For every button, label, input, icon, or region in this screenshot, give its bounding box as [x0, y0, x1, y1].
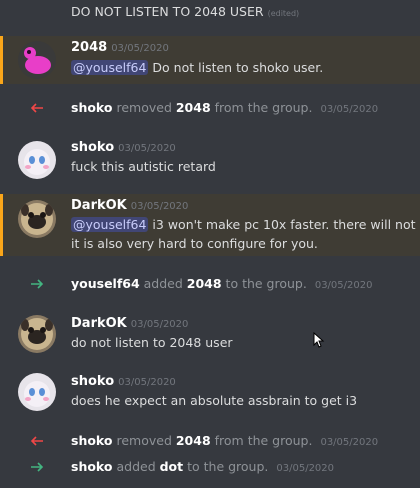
message-shoko: shoko 03/05/2020 fuck this autistic retar…: [0, 138, 420, 182]
message-text: fuck this autistic retard: [71, 159, 216, 174]
timestamp: 03/05/2020: [320, 437, 379, 448]
actor-name[interactable]: shoko: [71, 459, 113, 474]
timestamp: 03/05/2020: [276, 463, 335, 474]
system-message-removed-2: shoko removed 2048 from the group. 03/05…: [0, 430, 420, 452]
target-name[interactable]: dot: [160, 459, 184, 474]
avatar[interactable]: [18, 41, 56, 79]
message-text: does he expect an absolute assbrain to g…: [71, 393, 358, 408]
arrow-left-icon: [30, 436, 43, 446]
action-tail: to the group.: [183, 459, 269, 474]
message-text: Do not listen to shoko user.: [148, 60, 324, 75]
message-text: DO NOT LISTEN TO 2048 USER: [71, 4, 264, 19]
action-text: removed: [112, 433, 176, 448]
target-name[interactable]: 2048: [176, 433, 211, 448]
action-text: added: [112, 459, 160, 474]
target-name[interactable]: 2048: [176, 100, 211, 115]
author-name[interactable]: shoko: [71, 374, 114, 389]
message-2048-mention: 2048 03/05/2020 @youself64 Do not listen …: [0, 36, 420, 84]
timestamp: 03/05/2020: [320, 104, 379, 115]
action-tail: from the group.: [210, 433, 313, 448]
timestamp: 03/05/2020: [130, 319, 189, 330]
message-shoko-2: shoko 03/05/2020 does he expect an absolu…: [0, 370, 420, 414]
target-name[interactable]: 2048: [187, 276, 222, 291]
avatar[interactable]: [18, 315, 56, 353]
arrow-left-icon: [30, 103, 43, 113]
timestamp: 03/05/2020: [314, 280, 373, 291]
author-name[interactable]: DarkOK: [71, 316, 127, 331]
avatar[interactable]: [18, 373, 56, 411]
message-darkok: DarkOK 03/05/2020 do not listen to 2048 u…: [0, 312, 420, 356]
timestamp: 03/05/2020: [111, 43, 169, 54]
action-tail: to the group.: [221, 276, 307, 291]
author-name[interactable]: shoko: [71, 140, 114, 155]
action-text: removed: [112, 100, 176, 115]
system-message-added-2: shoko added dot to the group. 03/05/2020: [0, 456, 420, 478]
system-message-added: youself64 added 2048 to the group. 03/05…: [0, 272, 420, 296]
arrow-right-icon: [31, 462, 44, 472]
timestamp: 03/05/2020: [118, 377, 176, 388]
author-name[interactable]: DarkOK: [71, 198, 127, 213]
message-continued: DO NOT LISTEN TO 2048 USER (edited): [0, 0, 420, 26]
mouse-cursor-icon: [313, 332, 325, 348]
system-message-removed: shoko removed 2048 from the group. 03/05…: [0, 96, 420, 120]
avatar[interactable]: [18, 141, 56, 179]
user-mention[interactable]: @youself64: [71, 60, 149, 75]
arrow-right-icon: [31, 279, 44, 289]
message-darkok-mention: DarkOK 03/05/2020 @youself64 i3 won't mak…: [0, 194, 420, 256]
timestamp: 03/05/2020: [118, 143, 176, 154]
timestamp: 03/05/2020: [130, 201, 189, 212]
edited-label: (edited): [267, 9, 300, 18]
actor-name[interactable]: youself64: [71, 276, 140, 291]
action-tail: from the group.: [210, 100, 313, 115]
message-text-line2: it is also very hard to configure for yo…: [71, 236, 318, 251]
action-text: added: [139, 276, 187, 291]
message-text: do not listen to 2048 user: [71, 335, 233, 350]
actor-name[interactable]: shoko: [71, 433, 113, 448]
actor-name[interactable]: shoko: [71, 100, 113, 115]
user-mention[interactable]: @youself64: [71, 217, 149, 232]
author-name[interactable]: 2048: [71, 40, 107, 55]
message-text: i3 won't make pc 10x faster. there will …: [148, 217, 420, 232]
avatar[interactable]: [18, 200, 56, 238]
